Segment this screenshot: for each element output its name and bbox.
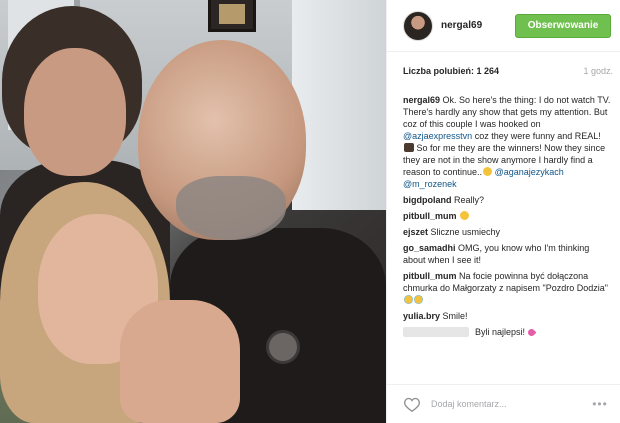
comment-text: Smile!: [442, 311, 468, 321]
comment-text: Sliczne usmiechy: [430, 227, 501, 237]
comment-item: pitbull_mum Na focie powinna być dołączo…: [403, 270, 611, 306]
thumbs-up-emoji-icon: [404, 143, 414, 152]
caption-text-2: coz they were funny and REAL!: [474, 131, 601, 141]
comment-item: yulia.bry Smile!: [403, 310, 611, 322]
heart-icon[interactable]: [403, 395, 421, 413]
person-front-hand: [120, 300, 240, 423]
person-right-watch: [266, 330, 300, 364]
comment-input[interactable]: [431, 399, 591, 409]
mention-link[interactable]: @azjaexpresstvn: [403, 131, 472, 141]
post-meta: Liczba polubień: 1 264 1 godz.: [403, 66, 613, 76]
post-sidebar: nergal69 Obserwowanie Liczba polubień: 1…: [386, 0, 620, 423]
laughing-tears-emoji-icon: [404, 295, 413, 304]
comment-item-redacted: Byli najlepsi!: [403, 326, 611, 338]
author-username[interactable]: nergal69: [441, 20, 515, 31]
comment-username[interactable]: pitbull_mum: [403, 271, 457, 281]
heart-emoji-icon: [526, 327, 537, 337]
redacted-username: [403, 327, 469, 337]
comment-item: bigdpoland Really?: [403, 194, 611, 206]
comment-username[interactable]: go_samadhi: [403, 243, 456, 253]
post-footer: •••: [387, 384, 620, 423]
post-header: nergal69 Obserwowanie: [387, 0, 620, 52]
follow-button[interactable]: Obserwowanie: [515, 13, 611, 38]
comment-username[interactable]: ejszet: [403, 227, 428, 237]
author-avatar[interactable]: [403, 10, 433, 41]
comment-item: pitbull_mum: [403, 210, 611, 222]
comments-list[interactable]: nergal69 Ok. So here's the thing: I do n…: [403, 94, 611, 374]
comment-text: Really?: [454, 195, 485, 205]
more-options-icon[interactable]: •••: [591, 395, 609, 413]
grin-emoji-icon: [460, 211, 470, 220]
instagram-post: nergal69 Obserwowanie Liczba polubień: 1…: [0, 0, 620, 423]
mention-link[interactable]: @aganajezykach: [495, 167, 564, 177]
likes-count[interactable]: Liczba polubień: 1 264: [403, 66, 499, 76]
person-left-face: [24, 48, 126, 176]
comment-text: Byli najlepsi!: [475, 327, 526, 337]
post-photo[interactable]: [0, 0, 386, 423]
laughing-tears-emoji-icon: [414, 295, 423, 304]
comment-username[interactable]: pitbull_mum: [403, 211, 457, 221]
mention-link[interactable]: @m_rozenek: [403, 179, 457, 189]
comment-item: ejszet Sliczne usmiechy: [403, 226, 611, 238]
photo-pillar: [292, 0, 386, 210]
post-time[interactable]: 1 godz.: [583, 66, 613, 76]
caption-username[interactable]: nergal69: [403, 95, 440, 105]
photo-wall-lamp: [208, 0, 256, 32]
comment-username[interactable]: bigdpoland: [403, 195, 452, 205]
sweat-smile-emoji-icon: [483, 167, 493, 176]
heart-outline-icon: [404, 397, 420, 412]
caption: nergal69 Ok. So here's the thing: I do n…: [403, 94, 611, 190]
comment-item: go_samadhi OMG, you know who I'm thinkin…: [403, 242, 611, 266]
person-right-beard: [176, 176, 286, 240]
comment-username[interactable]: yulia.bry: [403, 311, 440, 321]
